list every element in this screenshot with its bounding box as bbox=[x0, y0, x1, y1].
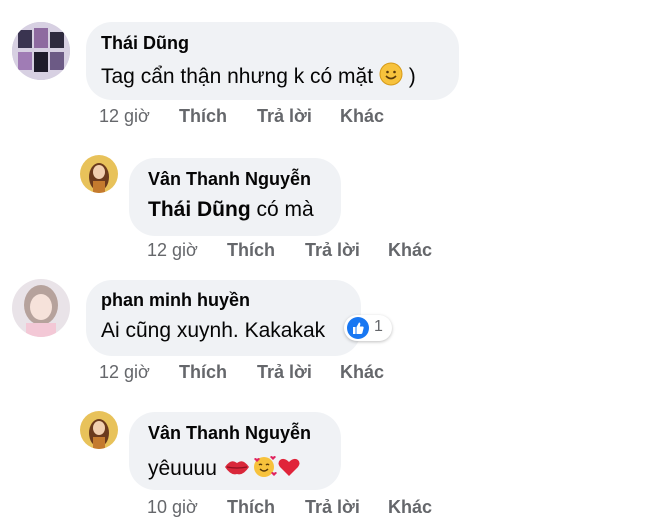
smile-emoji-icon bbox=[379, 62, 403, 92]
kiss-lips-emoji-icon bbox=[223, 456, 251, 484]
reply-link[interactable]: Trả lời bbox=[257, 362, 312, 383]
comment-text: Tag cẩn thận nhưng k có mặt ) bbox=[101, 62, 416, 92]
reply-link[interactable]: Trả lời bbox=[305, 497, 360, 518]
comment-text-body: có mà bbox=[250, 198, 314, 221]
comment-text-suffix: ) bbox=[408, 65, 416, 88]
comment-text: Ai cũng xuynh. Kakakak bbox=[101, 319, 326, 342]
comment-author[interactable]: Thái Dũng bbox=[101, 33, 189, 54]
comment-van-thanh-nguyen-2: Vân Thanh Nguyễn yêuuuu 10 giờ Thích Trả… bbox=[0, 398, 660, 521]
more-link[interactable]: Khác bbox=[340, 362, 384, 383]
reply-link[interactable]: Trả lời bbox=[257, 106, 312, 127]
like-link[interactable]: Thích bbox=[227, 497, 275, 518]
like-reaction-icon bbox=[346, 316, 370, 345]
comment-actions: 12 giờ Thích Trả lời Khác bbox=[99, 362, 419, 384]
like-link[interactable]: Thích bbox=[179, 106, 227, 127]
more-link[interactable]: Khác bbox=[388, 240, 432, 261]
avatar[interactable] bbox=[80, 155, 118, 193]
comment-author[interactable]: Vân Thanh Nguyễn bbox=[148, 169, 311, 190]
like-link[interactable]: Thích bbox=[179, 362, 227, 383]
more-link[interactable]: Khác bbox=[340, 106, 384, 127]
comment-text-body: yêuuuu bbox=[148, 457, 217, 480]
comment-time[interactable]: 10 giờ bbox=[147, 497, 198, 518]
avatar[interactable] bbox=[12, 279, 70, 337]
comment-actions: 12 giờ Thích Trả lời Khác bbox=[99, 106, 419, 128]
comment-time[interactable]: 12 giờ bbox=[99, 106, 150, 127]
comment-time[interactable]: 12 giờ bbox=[99, 362, 150, 383]
avatar[interactable] bbox=[12, 22, 70, 80]
avatar[interactable] bbox=[80, 411, 118, 449]
comment-text: yêuuuu bbox=[148, 454, 301, 484]
comment-actions: 10 giờ Thích Trả lời Khác bbox=[147, 497, 467, 519]
comment-thai-dung: Thái Dũng Tag cẩn thận nhưng k có mặt ) … bbox=[0, 0, 660, 140]
comment-van-thanh-nguyen-1: Vân Thanh Nguyễn Thái Dũng có mà 12 giờ … bbox=[0, 140, 660, 270]
smiling-face-with-hearts-emoji-icon bbox=[251, 454, 277, 484]
reaction-badge[interactable]: 1 bbox=[344, 315, 392, 341]
mention-link[interactable]: Thái Dũng bbox=[148, 198, 251, 221]
reaction-count: 1 bbox=[374, 318, 383, 335]
reply-link[interactable]: Trả lời bbox=[305, 240, 360, 261]
more-link[interactable]: Khác bbox=[388, 497, 432, 518]
red-heart-emoji-icon bbox=[277, 456, 301, 484]
comment-author[interactable]: Vân Thanh Nguyễn bbox=[148, 423, 311, 444]
comment-time[interactable]: 12 giờ bbox=[147, 240, 198, 261]
comment-text: Thái Dũng có mà bbox=[148, 198, 314, 222]
comment-phan-minh-huyen: phan minh huyền Ai cũng xuynh. Kakakak 1… bbox=[0, 270, 660, 398]
comment-author[interactable]: phan minh huyền bbox=[101, 290, 250, 311]
like-link[interactable]: Thích bbox=[227, 240, 275, 261]
comment-actions: 12 giờ Thích Trả lời Khác bbox=[147, 240, 467, 262]
comment-text-body: Tag cẩn thận nhưng k có mặt bbox=[101, 65, 374, 88]
